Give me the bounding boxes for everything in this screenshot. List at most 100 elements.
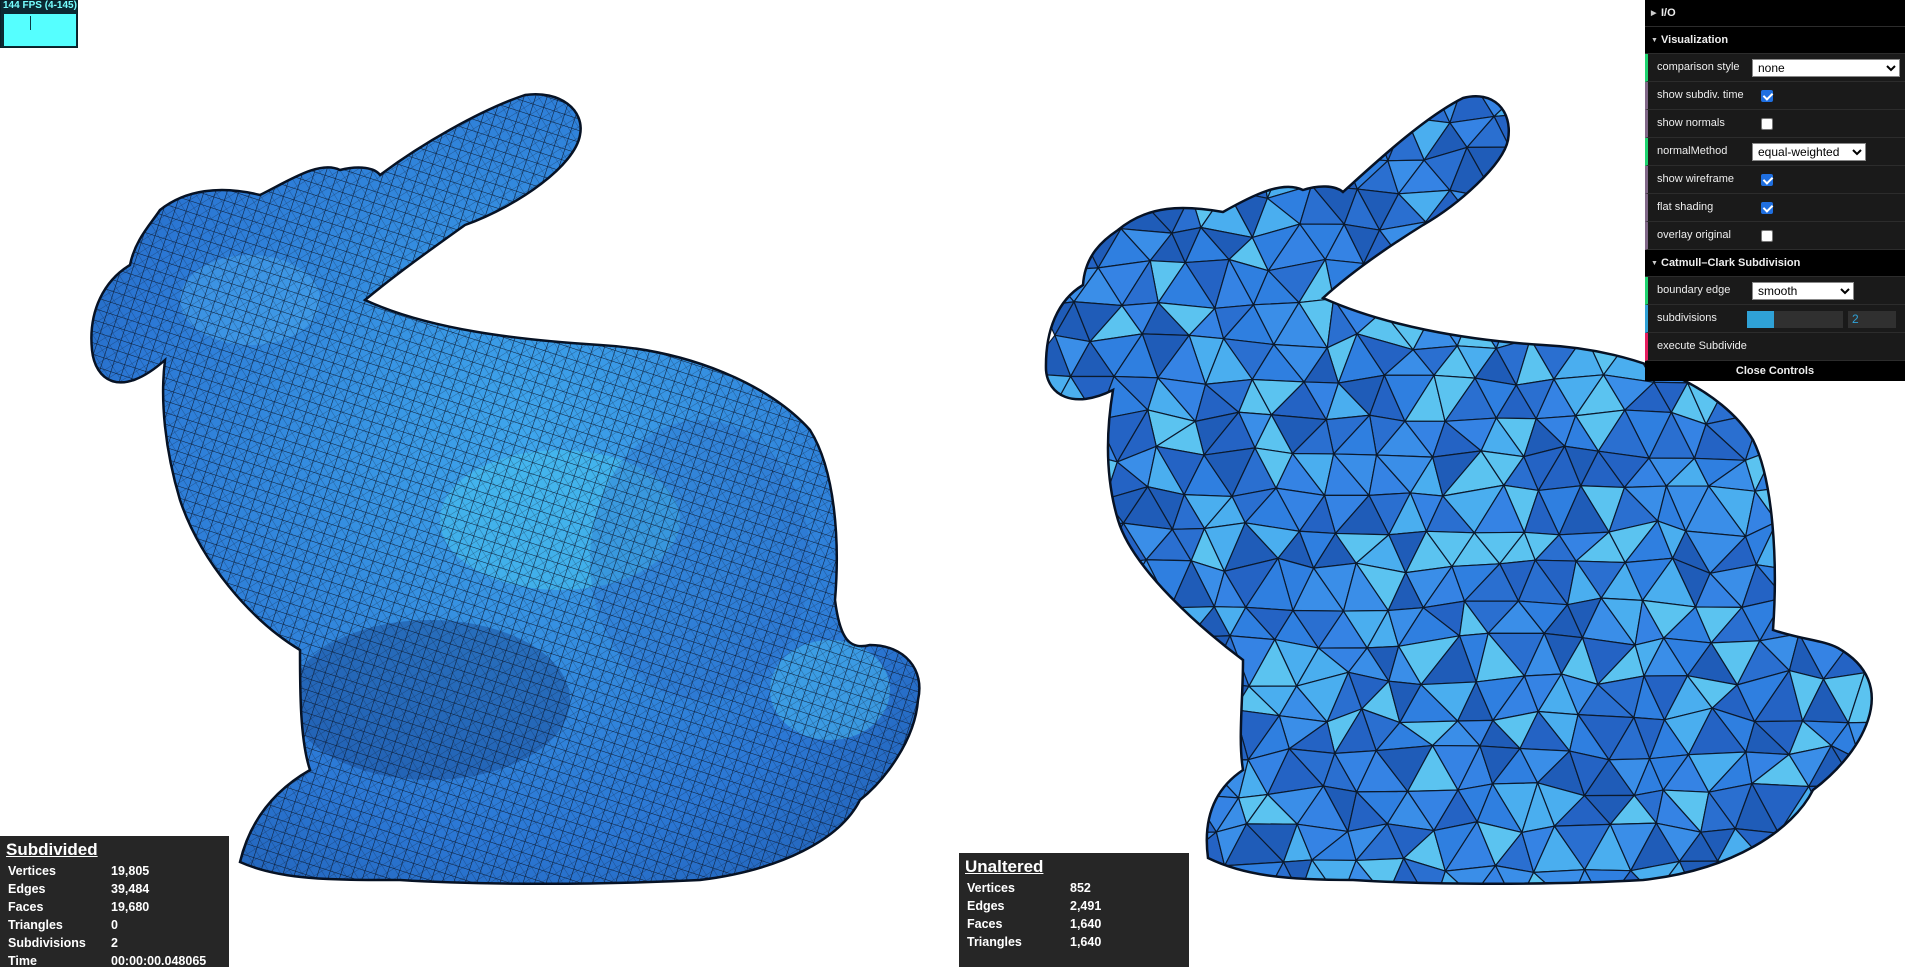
mesh-face (1071, 567, 1121, 602)
mesh-face (1516, 274, 1568, 302)
mesh-face (1191, 159, 1227, 194)
mesh-face (1768, 833, 1811, 865)
mesh-face (1112, 754, 1170, 786)
mesh-face (1830, 486, 1872, 535)
folder-catmull-clark[interactable]: ▼ Catmull–Clark Subdivision (1645, 250, 1905, 277)
mesh-face (1562, 112, 1612, 161)
mesh-face (1611, 148, 1649, 193)
mesh-face (1422, 947, 1477, 967)
show-subdiv-time-checkbox[interactable] (1761, 90, 1773, 102)
comparison-style-select[interactable]: none (1752, 59, 1900, 77)
show-normals-checkbox[interactable] (1761, 118, 1773, 130)
subdivided-stat-row: Vertices19,805 (5, 862, 206, 880)
mesh-face (1842, 560, 1900, 603)
mesh-face (1322, 76, 1371, 120)
subdivisions-slider[interactable] (1747, 311, 1843, 328)
mesh-face (1070, 116, 1121, 163)
mesh-face (1227, 151, 1268, 198)
mesh-face (1035, 154, 1070, 196)
mesh-face (1481, 199, 1508, 230)
controls-panel: ▶ I/O ▼ Visualization comparison style n… (1645, 0, 1905, 381)
mesh-face (1258, 895, 1300, 943)
mesh-face (1707, 904, 1766, 942)
unaltered-stat-row: Vertices852 (964, 879, 1101, 897)
mesh-face (1851, 824, 1895, 870)
folder-catmull-clark-label: Catmull–Clark Subdivision (1661, 257, 1800, 269)
mesh-face (1540, 160, 1577, 198)
mesh-face (1036, 421, 1069, 449)
subdivided-stat-row: Triangles0 (5, 916, 206, 934)
mesh-face (1036, 446, 1069, 488)
mesh-face (1698, 901, 1742, 942)
folder-io[interactable]: ▶ I/O (1645, 0, 1905, 27)
mesh-face (1874, 870, 1906, 910)
mesh-face (1300, 895, 1341, 944)
mesh-face (1897, 681, 1906, 722)
mesh-face (1824, 905, 1874, 944)
normal-method-select[interactable]: equal-weighted (1752, 143, 1866, 161)
mesh-face (1148, 86, 1181, 120)
show-wireframe-checkbox[interactable] (1761, 174, 1773, 186)
mesh-face (1035, 113, 1070, 162)
mesh-face (1535, 112, 1588, 161)
mesh-face (1799, 604, 1852, 641)
mesh-face (1054, 76, 1100, 116)
execute-subdivide-row[interactable]: execute Subdivide (1645, 333, 1905, 361)
mesh-face (1457, 310, 1496, 348)
mesh-face (1883, 486, 1906, 524)
execute-subdivide-button[interactable]: execute Subdivide (1657, 333, 1857, 360)
mesh-face (1452, 947, 1499, 967)
mesh-face (1605, 895, 1655, 945)
mesh-face (1900, 559, 1906, 598)
mesh-face (1600, 300, 1640, 339)
mesh-face (1900, 524, 1906, 559)
mesh-face (1830, 525, 1872, 560)
unaltered-stat-value: 852 (1067, 879, 1101, 897)
mesh-face (1202, 111, 1260, 160)
mesh-face (1267, 73, 1322, 120)
mesh-face (1776, 449, 1828, 485)
subdivisions-slider-fill (1747, 311, 1774, 328)
mesh-face (1048, 639, 1107, 673)
mesh-face (1371, 75, 1406, 118)
mesh-face (1876, 786, 1906, 824)
mesh-face (1080, 717, 1112, 754)
mesh-face (1455, 267, 1490, 310)
close-controls-button[interactable]: Close Controls (1645, 361, 1905, 381)
unaltered-stat-row: Faces1,640 (964, 915, 1101, 933)
subdivisions-number-input[interactable]: 2 (1848, 311, 1896, 328)
boundary-edge-select[interactable]: smooth (1752, 282, 1854, 300)
mesh-face (1872, 486, 1906, 536)
unaltered-stat-label: Triangles (964, 933, 1067, 951)
mesh-face (1893, 376, 1906, 415)
mesh-face (1876, 820, 1906, 869)
mesh-face (1167, 154, 1203, 194)
mesh-face (1075, 523, 1123, 567)
mesh-face (1033, 76, 1070, 113)
mesh-face (1555, 232, 1600, 274)
unaltered-stat-value: 2,491 (1067, 897, 1101, 915)
comparison-style-label: comparison style (1657, 54, 1752, 81)
mesh-face (1600, 233, 1645, 265)
mesh-face (1516, 298, 1568, 339)
mesh-face (1852, 602, 1887, 641)
overlay-original-row: overlay original (1645, 222, 1905, 250)
folder-visualization[interactable]: ▼ Visualization (1645, 27, 1905, 54)
mesh-face (1098, 560, 1146, 602)
mesh-face (1077, 797, 1130, 835)
overlay-original-checkbox[interactable] (1761, 230, 1773, 242)
unaltered-stats-panel: Unaltered Vertices852Edges2,491Faces1,64… (959, 853, 1189, 967)
mesh-face (1844, 934, 1893, 967)
subdivided-stats-panel: Subdivided Vertices19,805Edges39,484Face… (0, 836, 229, 967)
flat-shading-checkbox[interactable] (1761, 202, 1773, 214)
mesh-face (1036, 228, 1082, 271)
mesh-face (1180, 79, 1230, 113)
mesh-face (1600, 192, 1645, 236)
mesh-face (1082, 196, 1122, 234)
mesh-face (1202, 898, 1258, 937)
mesh-face (1434, 267, 1473, 311)
mesh-face (1893, 410, 1906, 450)
subdivided-viewport[interactable] (0, 0, 953, 967)
mesh-face (1768, 863, 1811, 899)
subdivided-stat-row: Time00:00:00.048065 (5, 952, 206, 970)
